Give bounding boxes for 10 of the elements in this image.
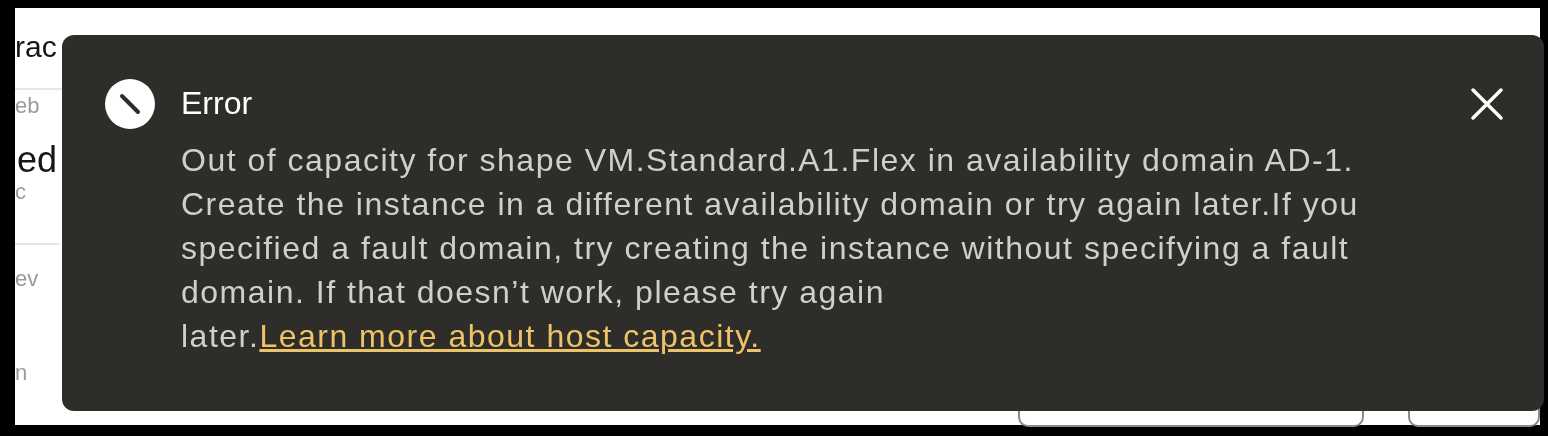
- faint-text: n: [15, 361, 29, 385]
- help-link[interactable]: Learn more about host capacity.: [259, 318, 761, 354]
- faint-text: eb: [15, 94, 41, 118]
- toast-title: Error: [181, 84, 254, 123]
- faint-text: ev: [15, 267, 40, 291]
- error-message: Out of capacity for shape VM.Standard.A1.Flex in availability domain AD-1. Create the instance in a different availability domain or try again later.If you specified a fault domain, try creating the instance without specifying a fault domain. If that doesn’t work, please try again later.Learn more about host capacity.: [181, 141, 1360, 356]
- row-text: ed: [17, 140, 59, 180]
- close-icon[interactable]: [1470, 87, 1504, 121]
- error-icon: [105, 79, 155, 129]
- faint-text: c: [15, 180, 27, 204]
